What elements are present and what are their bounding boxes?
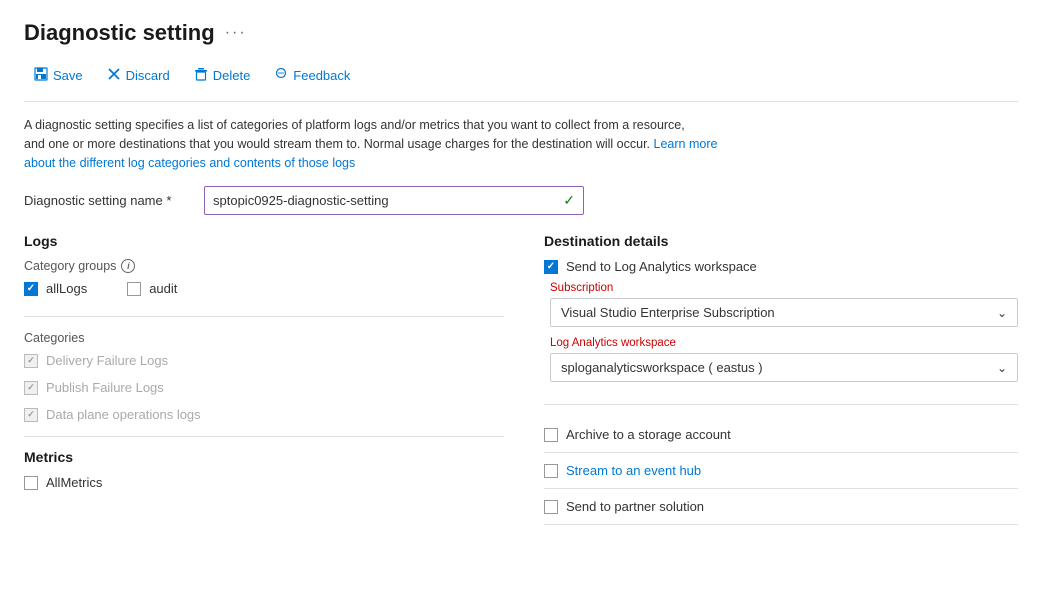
storage-checkbox[interactable] — [544, 428, 558, 442]
delete-button[interactable]: Delete — [184, 62, 261, 89]
discard-label: Discard — [126, 68, 170, 83]
audit-checkbox-row: audit — [127, 281, 177, 296]
left-column: Logs Category groups i allLogs audit Cat… — [24, 233, 504, 525]
info-text-line1: A diagnostic setting specifies a list of… — [24, 118, 685, 132]
log-analytics-details: Subscription Visual Studio Enterprise Su… — [544, 282, 1018, 392]
event-hub-label: Stream to an event hub — [566, 463, 701, 478]
log-analytics-checkbox-row: Send to Log Analytics workspace — [544, 259, 1018, 274]
allLogs-checkbox-row: allLogs — [24, 281, 87, 296]
event-hub-checkbox[interactable] — [544, 464, 558, 478]
info-text: A diagnostic setting specifies a list of… — [24, 116, 744, 172]
feedback-icon — [274, 67, 288, 84]
diagnostic-name-row: Diagnostic setting name * ✓ — [24, 186, 1018, 215]
feedback-button[interactable]: Feedback — [264, 62, 360, 89]
main-content: Logs Category groups i allLogs audit Cat… — [24, 233, 1018, 525]
log-analytics-item: Send to Log Analytics workspace Subscrip… — [544, 259, 1018, 405]
subscription-dropdown-arrow: ⌄ — [997, 306, 1007, 320]
partner-item: Send to partner solution — [544, 489, 1018, 525]
audit-label[interactable]: audit — [149, 281, 177, 296]
toolbar: Save Discard Delete — [24, 62, 1018, 102]
data-plane-checkbox — [24, 408, 38, 422]
publish-failure-item: Publish Failure Logs — [24, 380, 504, 395]
info-text-line2: and one or more destinations that you wo… — [24, 137, 650, 151]
log-analytics-checkbox[interactable] — [544, 260, 558, 274]
storage-label: Archive to a storage account — [566, 427, 731, 442]
publish-failure-label: Publish Failure Logs — [46, 380, 164, 395]
delete-label: Delete — [213, 68, 251, 83]
category-groups-label: Category groups i — [24, 259, 504, 273]
save-icon — [34, 67, 48, 84]
discard-button[interactable]: Discard — [97, 62, 180, 89]
logs-section-title: Logs — [24, 233, 504, 249]
log-analytics-label: Send to Log Analytics workspace — [566, 259, 757, 274]
categories-label: Categories — [24, 331, 504, 345]
name-input[interactable] — [213, 193, 543, 208]
publish-failure-checkbox — [24, 381, 38, 395]
all-metrics-label[interactable]: AllMetrics — [46, 475, 102, 490]
delivery-failure-checkbox — [24, 354, 38, 368]
event-hub-item: Stream to an event hub — [544, 453, 1018, 489]
save-button[interactable]: Save — [24, 62, 93, 89]
workspace-dropdown-arrow: ⌄ — [997, 361, 1007, 375]
data-plane-item: Data plane operations logs — [24, 407, 504, 422]
partner-label: Send to partner solution — [566, 499, 704, 514]
delivery-failure-label: Delivery Failure Logs — [46, 353, 168, 368]
categories-section: Categories Delivery Failure Logs Publish… — [24, 331, 504, 422]
page-title: Diagnostic setting — [24, 20, 215, 46]
metrics-section: Metrics AllMetrics — [24, 436, 504, 490]
feedback-label: Feedback — [293, 68, 350, 83]
metrics-section-title: Metrics — [24, 449, 504, 465]
delivery-failure-item: Delivery Failure Logs — [24, 353, 504, 368]
right-column: Destination details Send to Log Analytic… — [544, 233, 1018, 525]
category-groups-info-icon[interactable]: i — [121, 259, 135, 273]
delete-icon — [194, 67, 208, 84]
all-metrics-row: AllMetrics — [24, 475, 504, 490]
ellipsis-menu[interactable]: ··· — [225, 24, 247, 42]
all-metrics-checkbox[interactable] — [24, 476, 38, 490]
allLogs-checkbox[interactable] — [24, 282, 38, 296]
workspace-value: sploganalyticsworkspace ( eastus ) — [561, 360, 763, 375]
name-label: Diagnostic setting name * — [24, 193, 204, 208]
valid-checkmark-icon: ✓ — [563, 192, 575, 209]
storage-item: Archive to a storage account — [544, 417, 1018, 453]
subscription-value: Visual Studio Enterprise Subscription — [561, 305, 775, 320]
save-label: Save — [53, 68, 83, 83]
audit-checkbox[interactable] — [127, 282, 141, 296]
subscription-label: Subscription — [550, 282, 1018, 294]
subscription-dropdown[interactable]: Visual Studio Enterprise Subscription ⌄ — [550, 298, 1018, 327]
category-groups-row: allLogs audit — [24, 281, 504, 317]
data-plane-label: Data plane operations logs — [46, 407, 201, 422]
destination-section-title: Destination details — [544, 233, 1018, 249]
name-input-wrapper[interactable]: ✓ — [204, 186, 584, 215]
partner-checkbox[interactable] — [544, 500, 558, 514]
discard-icon — [107, 67, 121, 84]
allLogs-label[interactable]: allLogs — [46, 281, 87, 296]
workspace-dropdown[interactable]: sploganalyticsworkspace ( eastus ) ⌄ — [550, 353, 1018, 382]
workspace-label: Log Analytics workspace — [550, 337, 1018, 349]
